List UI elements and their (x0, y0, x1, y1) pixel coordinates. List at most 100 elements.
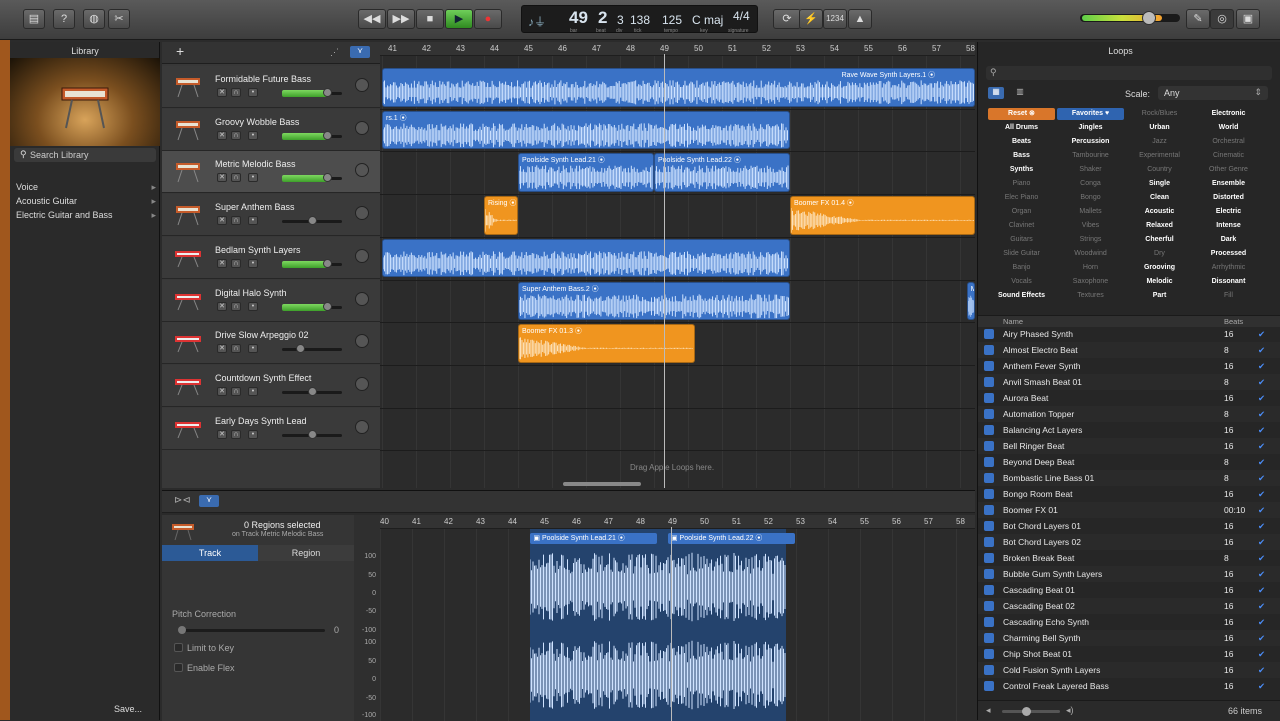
solo-headphones-button[interactable]: ∩ (231, 173, 241, 183)
favorite-checkbox[interactable]: ✔ (1258, 646, 1265, 662)
timeline-ruler[interactable]: 41 42 43 44 45 46 47 48 49 50 51 52 53 54 55 56 57 58 (380, 42, 975, 56)
loop-item[interactable]: Bot Chord Layers 02 16 ✔ (978, 534, 1280, 550)
record-enable-button[interactable]: • (248, 344, 258, 354)
keyword-button[interactable]: Electric (1195, 206, 1262, 218)
keyword-button[interactable]: Piano (988, 178, 1055, 190)
preview-volume-knob[interactable] (1022, 707, 1031, 716)
keyword-button[interactable]: Grooving (1126, 262, 1193, 274)
audio-region[interactable]: Mega Anthe ⦿ (966, 281, 975, 321)
keyword-button[interactable]: Percussion (1057, 136, 1124, 148)
track-header[interactable]: Groovy Wobble Bass ✕ ∩ • (162, 108, 380, 151)
pan-knob[interactable] (355, 291, 369, 306)
loop-item[interactable]: Airy Phased Synth 16 ✔ (978, 326, 1280, 342)
pan-knob[interactable] (355, 163, 369, 178)
limit-to-key-label[interactable]: Limit to Key (187, 643, 234, 653)
track-volume-knob[interactable] (308, 429, 317, 439)
track-name[interactable]: Countdown Synth Effect (215, 373, 311, 383)
pitch-correction-knob[interactable] (178, 626, 186, 634)
track-volume-knob[interactable] (323, 88, 332, 97)
preview-volume-slider[interactable] (1002, 707, 1060, 716)
loop-item[interactable]: Broken Break Beat 8 ✔ (978, 550, 1280, 566)
keyword-button[interactable]: Melodic (1126, 276, 1193, 288)
pan-knob[interactable] (355, 376, 369, 391)
keyword-button[interactable]: Ensemble (1195, 178, 1262, 190)
smart-tools-icon[interactable]: ⋎ (350, 46, 370, 58)
track-volume-knob[interactable] (308, 216, 317, 226)
solo-headphones-button[interactable]: ∩ (231, 130, 241, 140)
favorite-checkbox[interactable]: ✔ (1258, 422, 1265, 438)
keyword-button[interactable]: Arrhythmic (1195, 262, 1262, 274)
col-beats-header[interactable]: Beats (1224, 317, 1243, 326)
solo-headphones-button[interactable]: ∩ (231, 258, 241, 268)
keyword-button[interactable]: Dry (1126, 248, 1193, 260)
audio-region[interactable]: Super Anthem Bass.2 ⦿ (518, 281, 790, 321)
audio-region[interactable]: Poolside Synth Lead.22 ⦿ (654, 153, 790, 193)
keyword-button[interactable]: Urban (1126, 122, 1193, 134)
keyword-button[interactable]: Clean (1126, 192, 1193, 204)
editor-region-header[interactable]: ▣ Poolside Synth Lead.22 ⦿ (667, 533, 795, 544)
track-volume-slider[interactable] (282, 344, 342, 354)
loop-item[interactable]: Anvil Smash Beat 01 8 ✔ (978, 374, 1280, 390)
track-name[interactable]: Bedlam Synth Layers (215, 245, 301, 255)
favorite-checkbox[interactable]: ✔ (1258, 406, 1265, 422)
forward-button[interactable]: ▶▶ (387, 9, 415, 29)
solo-headphones-button[interactable]: ∩ (231, 344, 241, 354)
loop-item[interactable]: Beyond Deep Beat 8 ✔ (978, 454, 1280, 470)
keyword-button[interactable]: Guitars (988, 234, 1055, 246)
help-button[interactable]: ? (53, 9, 75, 29)
pan-knob[interactable] (355, 419, 369, 434)
audio-region[interactable]: Poolside Synth Lead.21 ⦿ (518, 153, 654, 193)
keyword-button[interactable]: Acoustic (1126, 206, 1193, 218)
master-volume-knob[interactable] (1142, 11, 1156, 25)
keyword-button[interactable]: Jingles (1057, 122, 1124, 134)
loop-item[interactable]: Boomer FX 01 00:10 ✔ (978, 502, 1280, 518)
favorite-checkbox[interactable]: ✔ (1258, 550, 1265, 566)
notepad-button[interactable]: ✎ (1186, 9, 1210, 29)
keyword-button[interactable]: Tambourine (1057, 150, 1124, 162)
solo-headphones-button[interactable]: ∩ (231, 88, 241, 97)
editor-mode-icon[interactable]: ⊳⊲ (174, 495, 191, 506)
keyword-button[interactable]: Relaxed (1126, 220, 1193, 232)
record-enable-button[interactable]: • (248, 88, 258, 97)
editor-smart-tools-icon[interactable]: ⋎ (199, 495, 219, 507)
favorite-checkbox[interactable]: ✔ (1258, 470, 1265, 486)
library-item[interactable]: Voice ▸ (16, 182, 156, 196)
audio-region[interactable]: Boomer FX 01.3 ⦿ (518, 324, 695, 363)
keyword-button[interactable]: Strings (1057, 234, 1124, 246)
loop-item[interactable]: Bot Chord Layers 01 16 ✔ (978, 518, 1280, 534)
loop-item[interactable]: Cold Fusion Synth Layers 16 ✔ (978, 662, 1280, 678)
favorite-checkbox[interactable]: ✔ (1258, 358, 1265, 374)
catch-playhead-icon[interactable]: ⋰ (330, 47, 339, 58)
favorite-checkbox[interactable]: ✔ (1258, 598, 1265, 614)
column-view-icon[interactable]: ▥ (1012, 87, 1028, 99)
lcd-key[interactable]: C maj (692, 13, 723, 27)
favorite-checkbox[interactable]: ✔ (1258, 342, 1265, 358)
solo-headphones-button[interactable]: ∩ (231, 386, 241, 396)
arrange-area[interactable]: 41 42 43 44 45 46 47 48 49 50 51 52 53 54 55 56 57 58 Rav… (380, 42, 975, 488)
arrange-scrollbar[interactable] (563, 482, 641, 486)
keyword-button[interactable]: Shaker (1057, 164, 1124, 176)
favorite-checkbox[interactable]: ✔ (1258, 518, 1265, 534)
record-enable-button[interactable]: • (248, 429, 258, 439)
limit-to-key-checkbox[interactable] (174, 643, 183, 652)
audio-editor-area[interactable]: 40 41 42 43 44 45 46 47 48 49 50 51 52 53 54 55 56 57 58 ▣… (380, 515, 975, 721)
keyword-button[interactable]: Country (1126, 164, 1193, 176)
record-enable-button[interactable]: • (248, 216, 258, 226)
track-header[interactable]: Early Days Synth Lead ✕ ∩ • (162, 407, 380, 450)
library-item[interactable]: Electric Guitar and Bass ▸ (16, 210, 156, 224)
library-button[interactable]: ▤ (23, 9, 45, 29)
keyword-button[interactable]: Clavinet (988, 220, 1055, 232)
keyword-button[interactable]: Reset ⊗ (988, 108, 1055, 120)
favorite-checkbox[interactable]: ✔ (1258, 390, 1265, 406)
loop-item[interactable]: Almost Electro Beat 8 ✔ (978, 342, 1280, 358)
keyword-button[interactable]: Favorites ♥ (1057, 108, 1124, 120)
mute-button[interactable]: ✕ (217, 173, 227, 183)
favorite-checkbox[interactable]: ✔ (1258, 582, 1265, 598)
loop-item[interactable]: Charming Bell Synth 16 ✔ (978, 630, 1280, 646)
enable-flex-checkbox[interactable] (174, 663, 183, 672)
pan-knob[interactable] (355, 248, 369, 263)
count-in-button[interactable]: 1234 (823, 9, 847, 29)
record-enable-button[interactable]: • (248, 173, 258, 183)
master-volume-slider[interactable] (1080, 11, 1180, 25)
rewind-button[interactable]: ◀◀ (358, 9, 386, 29)
